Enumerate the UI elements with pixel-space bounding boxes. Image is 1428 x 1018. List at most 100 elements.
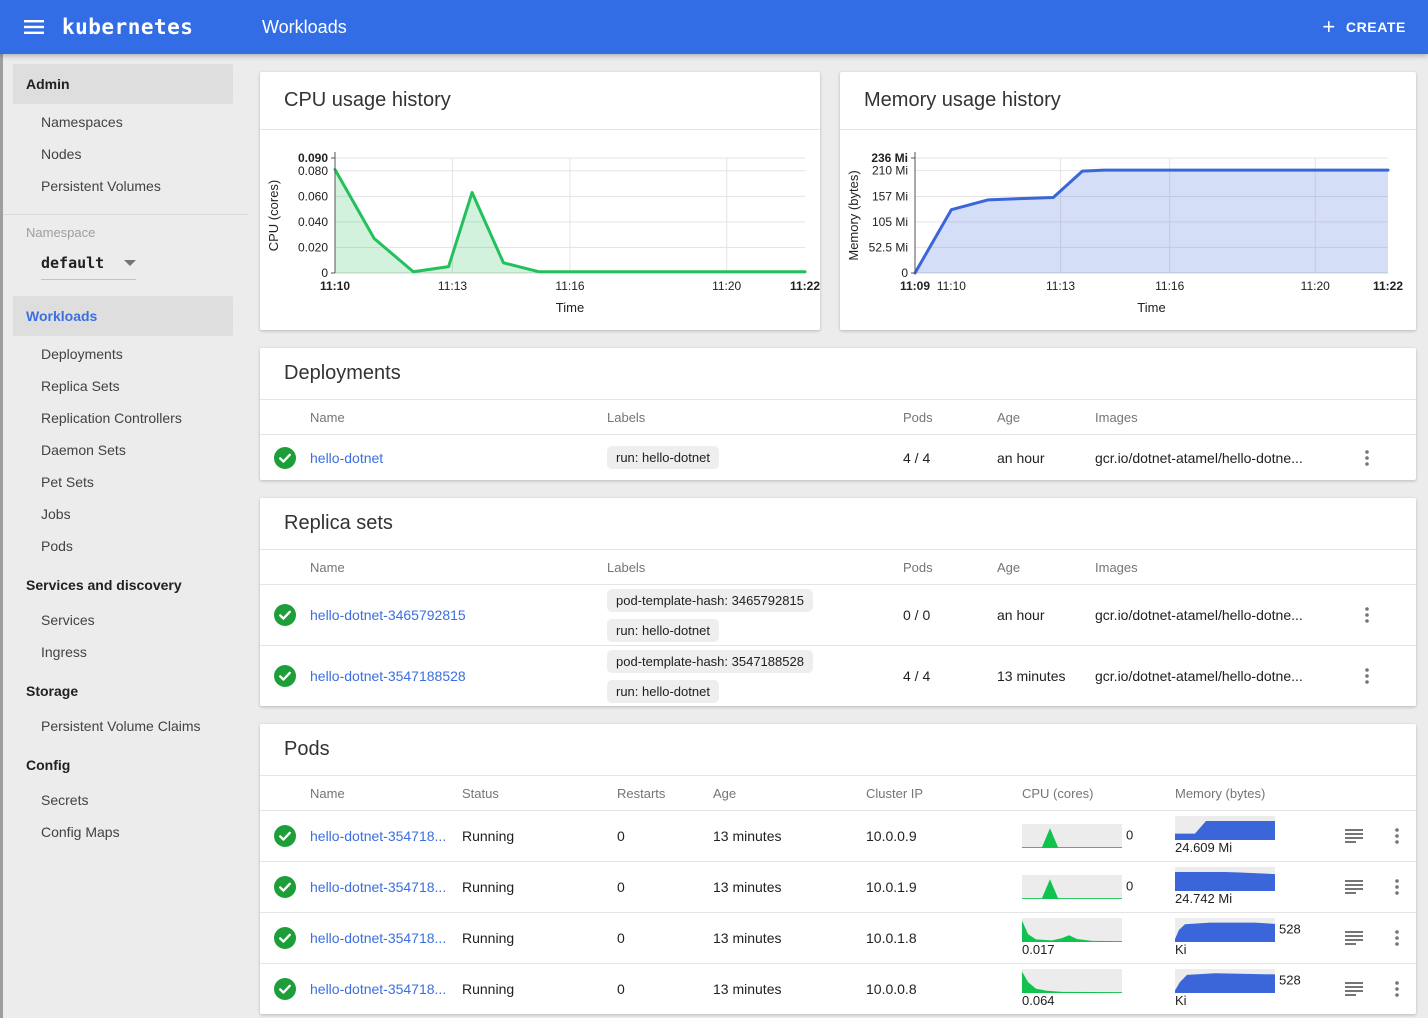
svg-text:0: 0 (901, 266, 908, 280)
col-age: Age (713, 786, 866, 801)
logs-icon[interactable] (1342, 926, 1366, 950)
deployment-name-link[interactable]: hello-dotnet (310, 450, 607, 466)
chevron-down-icon (124, 260, 136, 266)
age: 13 minutes (997, 668, 1095, 684)
pod-name-link[interactable]: hello-dotnet-354718... (310, 981, 462, 997)
svg-text:11:22: 11:22 (1373, 279, 1403, 293)
memory-sparkline (1175, 918, 1275, 942)
sidebar-item-namespaces[interactable]: Namespaces (3, 106, 248, 138)
sidebar-item-services[interactable]: Services (3, 604, 248, 636)
sidebar-item-persistent-volume-claims[interactable]: Persistent Volume Claims (3, 710, 248, 742)
row-menu-icon[interactable] (1385, 977, 1409, 1001)
svg-text:Memory (bytes): Memory (bytes) (846, 170, 861, 260)
row-menu-icon[interactable] (1385, 926, 1409, 950)
memory-usage-chart: 052.5 Mi105 Mi157 Mi210 Mi236 Mi11:0911:… (840, 130, 1416, 330)
sidebar-item-ingress[interactable]: Ingress (3, 636, 248, 668)
images: gcr.io/dotnet-atamel/hello-dotne... (1095, 668, 1355, 684)
sidebar-item-daemon-sets[interactable]: Daemon Sets (3, 434, 248, 466)
sidebar-item-pods[interactable]: Pods (3, 530, 248, 562)
cpu-usage-card: CPU usage history 00.0200.0400.0600.0800… (260, 72, 820, 330)
check-circle-icon (260, 447, 310, 469)
cpu-chart-title: CPU usage history (260, 72, 820, 130)
svg-text:CPU (cores): CPU (cores) (266, 180, 281, 252)
cpu-value: 0.064 (1022, 993, 1055, 1008)
pod-name-link[interactable]: hello-dotnet-354718... (310, 930, 462, 946)
row-menu-icon[interactable] (1385, 875, 1409, 899)
pods-table-header: Name Status Restarts Age Cluster IP CPU … (260, 776, 1416, 810)
sidebar-item-replication-controllers[interactable]: Replication Controllers (3, 402, 248, 434)
logs-icon[interactable] (1342, 875, 1366, 899)
label-chip: run: hello-dotnet (607, 619, 719, 642)
svg-text:11:20: 11:20 (1301, 279, 1330, 293)
row-menu-icon[interactable] (1355, 603, 1379, 627)
sidebar-item-admin[interactable]: Admin (13, 64, 233, 104)
row-menu-icon[interactable] (1355, 664, 1379, 688)
app-logo[interactable]: kubernetes (62, 15, 193, 39)
sidebar-item-deployments[interactable]: Deployments (3, 338, 248, 370)
cpu-sparkline (1022, 969, 1122, 993)
pod-name-link[interactable]: hello-dotnet-354718... (310, 828, 462, 844)
svg-text:0.020: 0.020 (298, 240, 328, 254)
cpu-value: 0 (1126, 878, 1133, 893)
svg-text:0.090: 0.090 (298, 151, 328, 165)
sidebar-section-config: Config (3, 746, 248, 784)
row-menu-icon[interactable] (1385, 824, 1409, 848)
create-button-label: CREATE (1346, 19, 1406, 35)
namespace-value: default (41, 254, 104, 272)
deployments-table-header: Name Labels Pods Age Images (260, 400, 1416, 434)
check-circle-icon (260, 665, 310, 687)
sidebar-item-jobs[interactable]: Jobs (3, 498, 248, 530)
sidebar-section-storage: Storage (3, 672, 248, 710)
col-labels: Labels (607, 410, 903, 425)
deployments-card: Deployments Name Labels Pods Age Images … (260, 348, 1416, 480)
svg-text:Time: Time (556, 300, 584, 315)
pods-count: 4 / 4 (903, 450, 997, 466)
memory-usage-card: Memory usage history 052.5 Mi105 Mi157 M… (840, 72, 1416, 330)
pod-restarts: 0 (617, 930, 713, 946)
replica-sets-card: Replica sets Name Labels Pods Age Images… (260, 498, 1416, 706)
sidebar-item-workloads[interactable]: Workloads (13, 296, 233, 336)
main-content: CPU usage history 00.0200.0400.0600.0800… (248, 54, 1428, 1018)
hamburger-menu-icon[interactable] (14, 7, 54, 47)
svg-text:11:16: 11:16 (1155, 279, 1184, 293)
check-circle-icon (260, 604, 310, 626)
app-header: kubernetes Workloads + CREATE (0, 0, 1428, 54)
pods-title: Pods (260, 724, 1416, 776)
sidebar-item-config-maps[interactable]: Config Maps (3, 816, 248, 848)
logs-icon[interactable] (1342, 977, 1366, 1001)
sidebar: Admin Namespaces Nodes Persistent Volume… (0, 54, 248, 1018)
svg-text:11:13: 11:13 (1046, 279, 1075, 293)
pod-name-link[interactable]: hello-dotnet-354718... (310, 879, 462, 895)
create-button[interactable]: + CREATE (1322, 17, 1406, 37)
sidebar-item-pet-sets[interactable]: Pet Sets (3, 466, 248, 498)
memory-value: 24.609 Mi (1175, 840, 1232, 855)
check-circle-icon (260, 978, 310, 1000)
svg-text:11:20: 11:20 (712, 279, 741, 293)
sidebar-item-replica-sets[interactable]: Replica Sets (3, 370, 248, 402)
pod-age: 13 minutes (713, 828, 866, 844)
sidebar-item-nodes[interactable]: Nodes (3, 138, 248, 170)
cpu-value: 0 (1126, 827, 1133, 842)
memory-chart-title: Memory usage history (840, 72, 1416, 130)
namespace-selector[interactable]: default (41, 254, 136, 280)
logs-icon[interactable] (1342, 824, 1366, 848)
svg-text:11:13: 11:13 (438, 279, 467, 293)
col-age: Age (997, 560, 1095, 575)
sidebar-item-secrets[interactable]: Secrets (3, 784, 248, 816)
replica-set-name-link[interactable]: hello-dotnet-3547188528 (310, 668, 607, 684)
svg-text:210 Mi: 210 Mi (872, 164, 908, 178)
svg-text:11:10: 11:10 (937, 279, 966, 293)
memory-sparkline (1175, 867, 1275, 891)
svg-text:Time: Time (1137, 300, 1165, 315)
replica-set-name-link[interactable]: hello-dotnet-3465792815 (310, 607, 607, 623)
age: an hour (997, 450, 1095, 466)
sidebar-item-persistent-volumes[interactable]: Persistent Volumes (3, 170, 248, 202)
col-pods: Pods (903, 410, 997, 425)
table-row: hello-dotnet-354718... Running 0 13 minu… (260, 810, 1416, 861)
row-menu-icon[interactable] (1355, 446, 1379, 470)
svg-text:105 Mi: 105 Mi (872, 215, 908, 229)
label-chip: pod-template-hash: 3465792815 (607, 589, 813, 612)
svg-text:11:16: 11:16 (555, 279, 584, 293)
col-cpu: CPU (cores) (1022, 786, 1175, 801)
table-row: hello-dotnet run: hello-dotnet 4 / 4 an … (260, 434, 1416, 480)
